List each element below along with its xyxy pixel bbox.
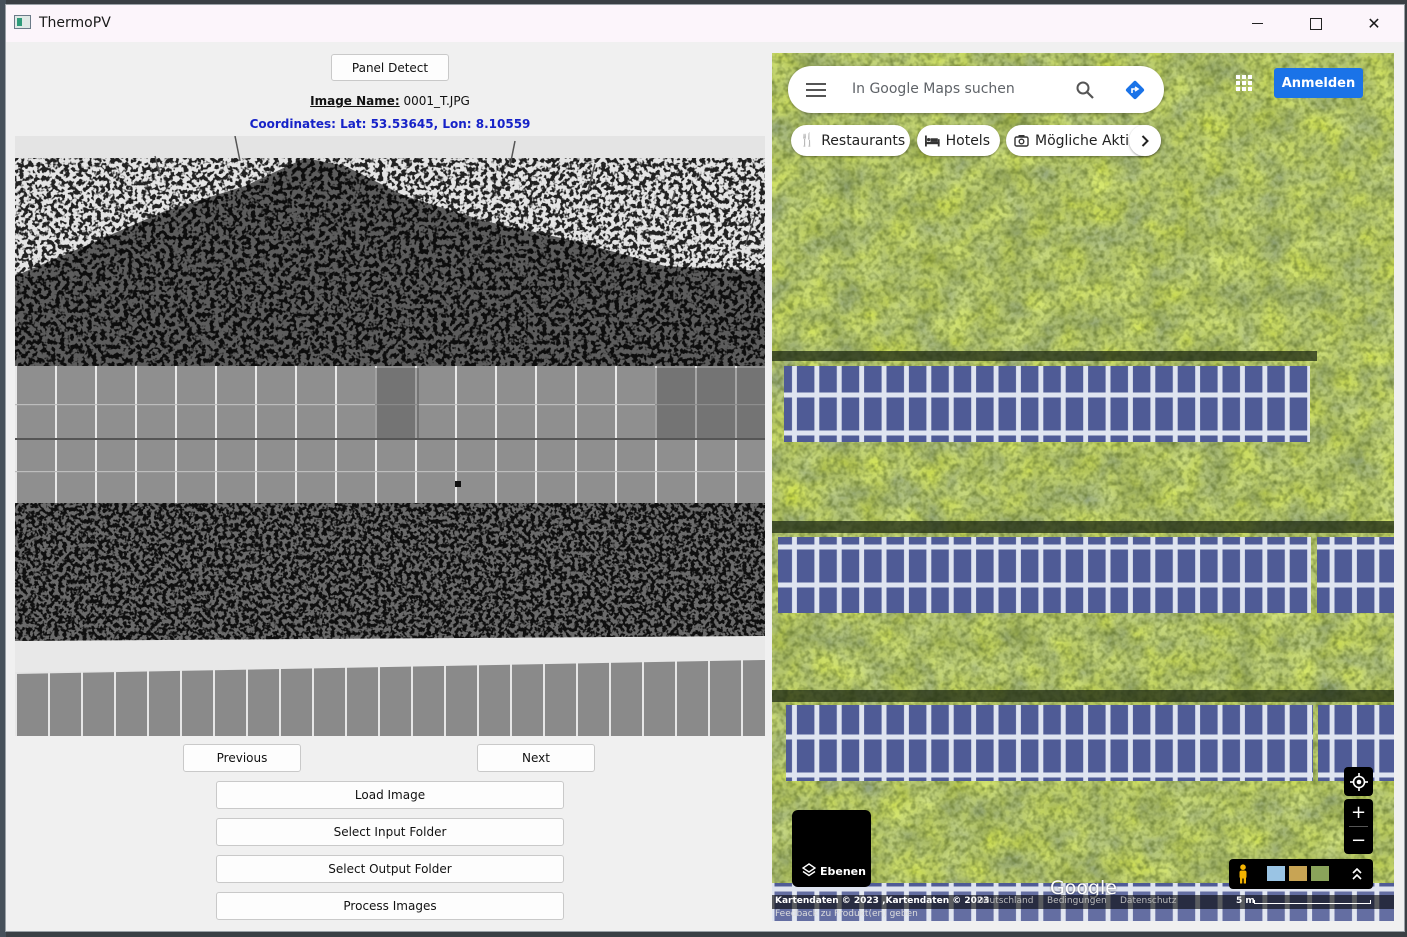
select-input-folder-button[interactable]: Select Input Folder	[216, 818, 564, 846]
map-privacy-link[interactable]: Datenschutz	[1120, 896, 1177, 906]
map-feedback-link[interactable]: Feedback zu Produkt(en) geben	[775, 909, 918, 919]
close-icon: ✕	[1367, 14, 1381, 33]
image-name: Image Name: 0001_T.JPG	[6, 94, 774, 108]
maximize-icon	[1310, 17, 1322, 30]
sign-in-button[interactable]: Anmelden	[1274, 68, 1363, 98]
satellite-imagery	[772, 53, 1394, 921]
maximize-button[interactable]	[1293, 5, 1339, 42]
minimize-icon	[1251, 23, 1263, 24]
chip-hotels[interactable]: Hotels	[917, 125, 1000, 156]
image-name-label: Image Name:	[310, 94, 400, 108]
map-attribution: Kartendaten © 2023 ,Kartendaten © 2023	[775, 896, 990, 906]
my-location-icon	[1349, 772, 1368, 791]
chip-restaurants[interactable]: 🍴 Restaurants	[791, 125, 910, 156]
app-icon	[14, 15, 31, 29]
map-search-bar[interactable]: In Google Maps suchen	[788, 66, 1164, 113]
menu-icon[interactable]	[806, 83, 826, 97]
map-view[interactable]: In Google Maps suchen Anmelden 🍴 Restaur…	[772, 53, 1394, 921]
chip-restaurants-label: Restaurants	[821, 132, 906, 149]
chip-hotels-label: Hotels	[945, 132, 990, 149]
next-button[interactable]: Next	[477, 744, 595, 772]
client-area: Panel Detect Image Name: 0001_T.JPG Coor…	[6, 42, 1404, 931]
load-image-button[interactable]: Load Image	[216, 781, 564, 809]
map-search-input[interactable]: In Google Maps suchen	[852, 81, 1015, 97]
map-country-link[interactable]: Deutschland	[977, 896, 1033, 906]
layers-label: Ebenen	[820, 865, 866, 878]
layer-thumb-2[interactable]	[1289, 866, 1307, 881]
chips-scroll-button[interactable]	[1129, 125, 1161, 156]
chevron-right-icon	[1141, 134, 1149, 147]
close-button[interactable]: ✕	[1351, 5, 1397, 42]
window-title: ThermoPV	[39, 15, 111, 31]
zoom-out-icon[interactable]: −	[1351, 827, 1366, 854]
thermal-image	[15, 136, 765, 736]
expand-icon[interactable]	[1352, 868, 1362, 880]
thermal-image-graphic	[15, 136, 765, 736]
panel-detect-button[interactable]: Panel Detect	[331, 54, 449, 81]
hotel-icon	[925, 135, 940, 146]
layers-icon	[802, 863, 816, 877]
search-icon[interactable]	[1076, 81, 1094, 99]
layers-button[interactable]: Ebenen	[792, 810, 871, 887]
previous-button[interactable]: Previous	[183, 744, 301, 772]
map-scale-bar	[1254, 900, 1371, 904]
my-location-button[interactable]	[1344, 767, 1373, 796]
directions-icon[interactable]	[1124, 79, 1146, 101]
map-terms-link[interactable]: Bedingungen	[1047, 896, 1107, 906]
map-footer: Kartendaten © 2023 ,Kartendaten © 2023 D…	[772, 895, 1394, 909]
image-name-value: 0001_T.JPG	[403, 94, 470, 108]
coordinates-label: Coordinates: Lat: 53.53645, Lon: 8.10559	[249, 117, 531, 131]
title-bar: ThermoPV ✕	[6, 5, 1404, 42]
process-images-button[interactable]: Process Images	[216, 892, 564, 920]
layer-thumb-3[interactable]	[1311, 866, 1329, 881]
map-scale-label: 5 m	[1236, 896, 1255, 906]
apps-grid-icon[interactable]	[1236, 75, 1252, 91]
zoom-in-icon[interactable]: +	[1351, 799, 1366, 826]
app-window: ThermoPV ✕ Panel Detect Image Name: 0001…	[5, 4, 1405, 932]
layer-thumb-1[interactable]	[1267, 866, 1285, 881]
zoom-controls: + −	[1344, 799, 1373, 854]
pegman-icon[interactable]	[1237, 864, 1249, 884]
chip-activities-label: Mögliche Aktiv	[1035, 132, 1138, 149]
minimize-button[interactable]	[1234, 5, 1280, 42]
street-view-bar[interactable]	[1229, 859, 1373, 889]
camera-icon	[1014, 135, 1029, 147]
select-output-folder-button[interactable]: Select Output Folder	[216, 855, 564, 883]
restaurant-icon: 🍴	[799, 133, 816, 148]
